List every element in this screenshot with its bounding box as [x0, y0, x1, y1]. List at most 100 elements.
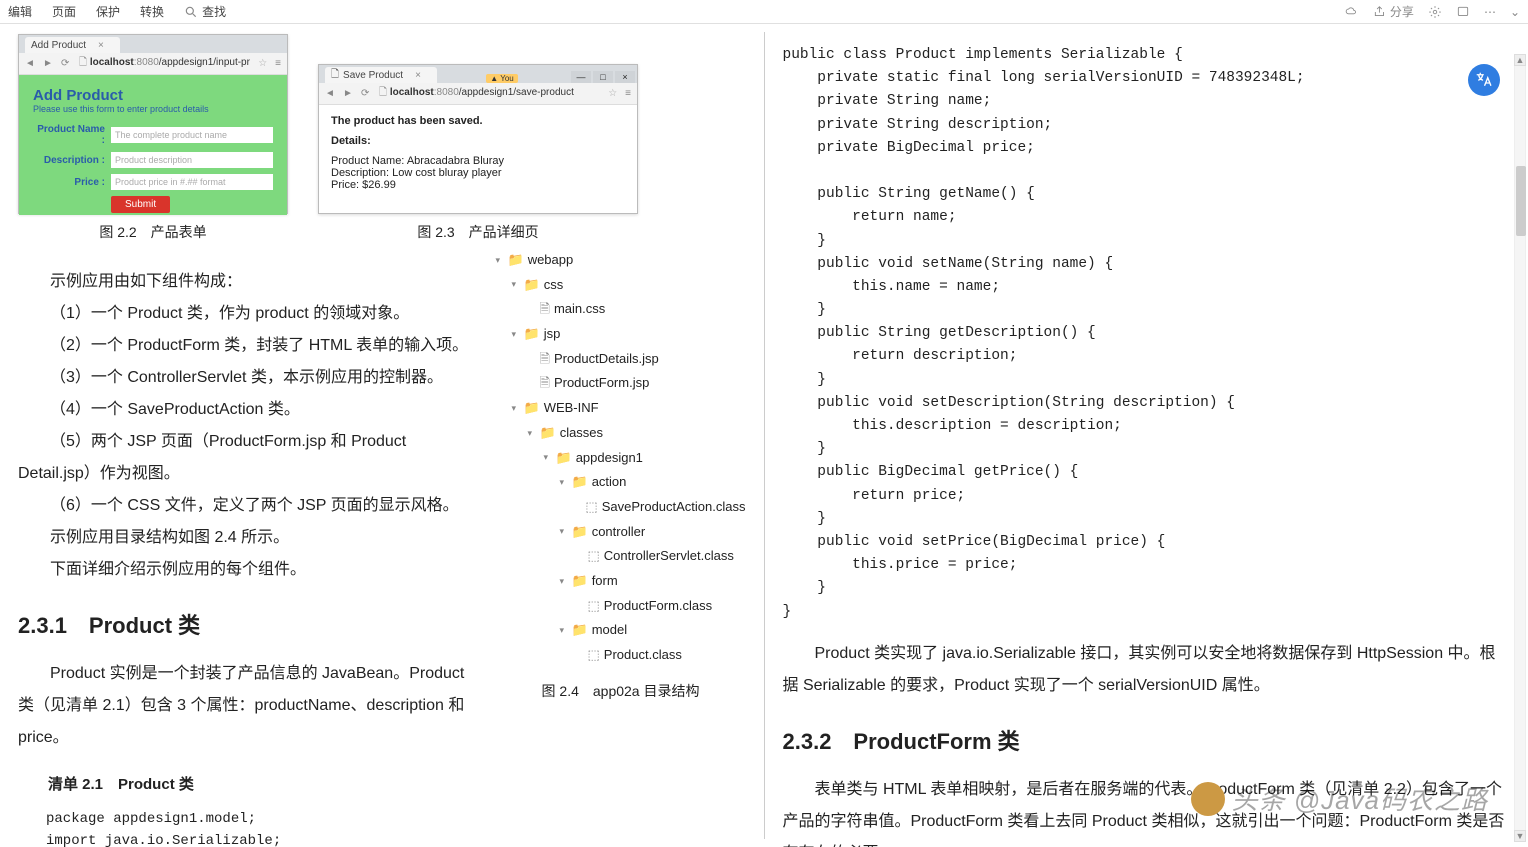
tree-label[interactable]: model: [592, 618, 627, 643]
translate-fab[interactable]: [1468, 64, 1500, 96]
menu-icon: ≡: [625, 88, 631, 99]
avatar: [1191, 782, 1225, 816]
browser-tab: 🗋Save Product×: [325, 67, 437, 83]
top-toolbar: 编辑 页面 保护 转换 查找 分享 ⋯ ⌄: [0, 0, 1528, 24]
file-icon: 🗎: [540, 347, 550, 372]
list-item: （1）一个 Product 类，作为 product 的领域对象。: [18, 298, 476, 330]
menu-page[interactable]: 页面: [52, 3, 76, 20]
gear-icon[interactable]: [1428, 5, 1442, 19]
folder-icon: 📁: [508, 248, 524, 273]
body-text: 示例应用目录结构如图 2.4 所示。: [18, 522, 476, 554]
expand-icon[interactable]: ▾: [560, 523, 568, 540]
expand-icon[interactable]: ▾: [560, 622, 568, 639]
tree-label[interactable]: WEB-INF: [544, 396, 599, 421]
detail-price: Price: $26.99: [331, 179, 625, 191]
class-icon: ⬚: [588, 594, 600, 619]
browser-tab: Add Product×: [25, 37, 120, 53]
detail-name: Product Name: Abracadabra Bluray: [331, 155, 625, 167]
code-block: package appdesign1.model; import java.io…: [46, 808, 476, 847]
tree-label[interactable]: main.css: [554, 297, 605, 322]
reload-icon: ⟳: [361, 88, 371, 99]
cloud-icon[interactable]: [1345, 5, 1359, 19]
text-input[interactable]: The complete product name: [111, 127, 273, 143]
caption-2-3: 图 2.3 产品详细页: [417, 222, 538, 242]
body-text: Product 实例是一个封装了产品信息的 JavaBean。Product 类…: [18, 658, 476, 754]
tree-label[interactable]: ControllerServlet.class: [604, 544, 734, 569]
intro-text: 示例应用由如下组件构成：: [18, 266, 476, 298]
scroll-down-icon[interactable]: ▼: [1514, 830, 1526, 842]
folder-icon: 📁: [540, 421, 556, 446]
tree-label[interactable]: webapp: [528, 248, 574, 273]
reload-icon: ⟳: [61, 58, 71, 69]
list-item: （5）两个 JSP 页面（ProductForm.jsp 和 Product D…: [18, 426, 476, 490]
search-box[interactable]: 查找: [184, 3, 226, 20]
close-icon: ×: [615, 71, 635, 83]
expand-icon[interactable]: ▾: [512, 400, 520, 417]
listing-2-1: 清单 2.1 Product 类: [18, 770, 476, 800]
expand-icon[interactable]: ▾: [512, 276, 520, 293]
share-button[interactable]: 分享: [1373, 3, 1414, 20]
tree-label[interactable]: controller: [592, 520, 645, 545]
text-input[interactable]: Product description: [111, 152, 273, 168]
code-product-class: public class Product implements Serializ…: [783, 44, 1511, 624]
folder-icon: 📁: [524, 273, 540, 298]
tree-label[interactable]: form: [592, 569, 618, 594]
list-item: （4）一个 SaveProductAction 类。: [18, 394, 476, 426]
form-label: Description :: [33, 155, 111, 166]
class-icon: ⬚: [588, 643, 600, 668]
forward-icon: ►: [343, 88, 353, 99]
translate-icon: [1475, 71, 1493, 89]
expand-icon[interactable]: ▾: [560, 474, 568, 491]
star-icon: ☆: [608, 88, 617, 99]
address-bar: 🗋 localhost:8080/appdesign1/save-product: [379, 85, 600, 102]
expand-icon[interactable]: ▾: [496, 252, 504, 269]
file-icon: 🗎: [540, 297, 550, 322]
tree-label[interactable]: SaveProductAction.class: [602, 495, 746, 520]
close-icon: ×: [98, 40, 104, 51]
address-bar: 🗋 localhost:8080/appdesign1/input-produc…: [79, 55, 250, 72]
figure-2-3: 🗋Save Product× ▲ You — □ × ◄ ► ⟳ 🗋 local…: [318, 64, 638, 214]
folder-icon: 📁: [524, 396, 540, 421]
tree-label[interactable]: action: [592, 470, 627, 495]
submit-button[interactable]: Submit: [111, 196, 170, 213]
star-icon: ☆: [258, 58, 267, 69]
scrollbar[interactable]: ▲ ▼: [1514, 54, 1526, 844]
close-icon: ×: [415, 70, 421, 81]
note-icon[interactable]: [1456, 5, 1470, 19]
chevron-down-icon[interactable]: ⌄: [1510, 5, 1520, 19]
expand-icon[interactable]: ▾: [560, 573, 568, 590]
expand-icon[interactable]: ▾: [544, 449, 552, 466]
folder-icon: 📁: [524, 322, 540, 347]
tree-label[interactable]: ProductForm.jsp: [554, 371, 649, 396]
minimize-icon: —: [571, 71, 591, 83]
menu-icon: ≡: [275, 58, 281, 69]
text-input[interactable]: Product price in #.## format: [111, 174, 273, 190]
form-title: Add Product: [33, 87, 273, 104]
scroll-thumb[interactable]: [1516, 166, 1526, 236]
menu-edit[interactable]: 编辑: [8, 3, 32, 20]
forward-icon: ►: [43, 58, 53, 69]
tree-label[interactable]: ProductDetails.jsp: [554, 347, 659, 372]
list-item: （3）一个 ControllerServlet 类，本示例应用的控制器。: [18, 362, 476, 394]
menu-convert[interactable]: 转换: [140, 3, 164, 20]
list-item: （2）一个 ProductForm 类，封装了 HTML 表单的输入项。: [18, 330, 476, 362]
tree-label[interactable]: ProductForm.class: [604, 594, 712, 619]
expand-icon[interactable]: ▾: [528, 425, 536, 442]
menu-protect[interactable]: 保护: [96, 3, 120, 20]
tree-label[interactable]: jsp: [544, 322, 561, 347]
expand-icon[interactable]: ▾: [512, 326, 520, 343]
tree-label[interactable]: Product.class: [604, 643, 682, 668]
tree-label[interactable]: appdesign1: [576, 446, 643, 471]
folder-icon: 📁: [572, 470, 588, 495]
scroll-up-icon[interactable]: ▲: [1514, 54, 1526, 66]
folder-icon: 📁: [572, 569, 588, 594]
search-icon: [184, 5, 198, 19]
folder-icon: 📁: [556, 446, 572, 471]
overflow-icon[interactable]: ⋯: [1484, 5, 1496, 19]
body-text: 下面详细介绍示例应用的每个组件。: [18, 554, 476, 586]
tree-label[interactable]: classes: [560, 421, 603, 446]
detail-desc: Description: Low cost bluray player: [331, 167, 625, 179]
tree-label[interactable]: css: [544, 273, 564, 298]
left-column: Add Product× ◄ ► ⟳ 🗋 localhost:8080/appd…: [0, 24, 764, 847]
right-column: public class Product implements Serializ…: [765, 24, 1528, 847]
